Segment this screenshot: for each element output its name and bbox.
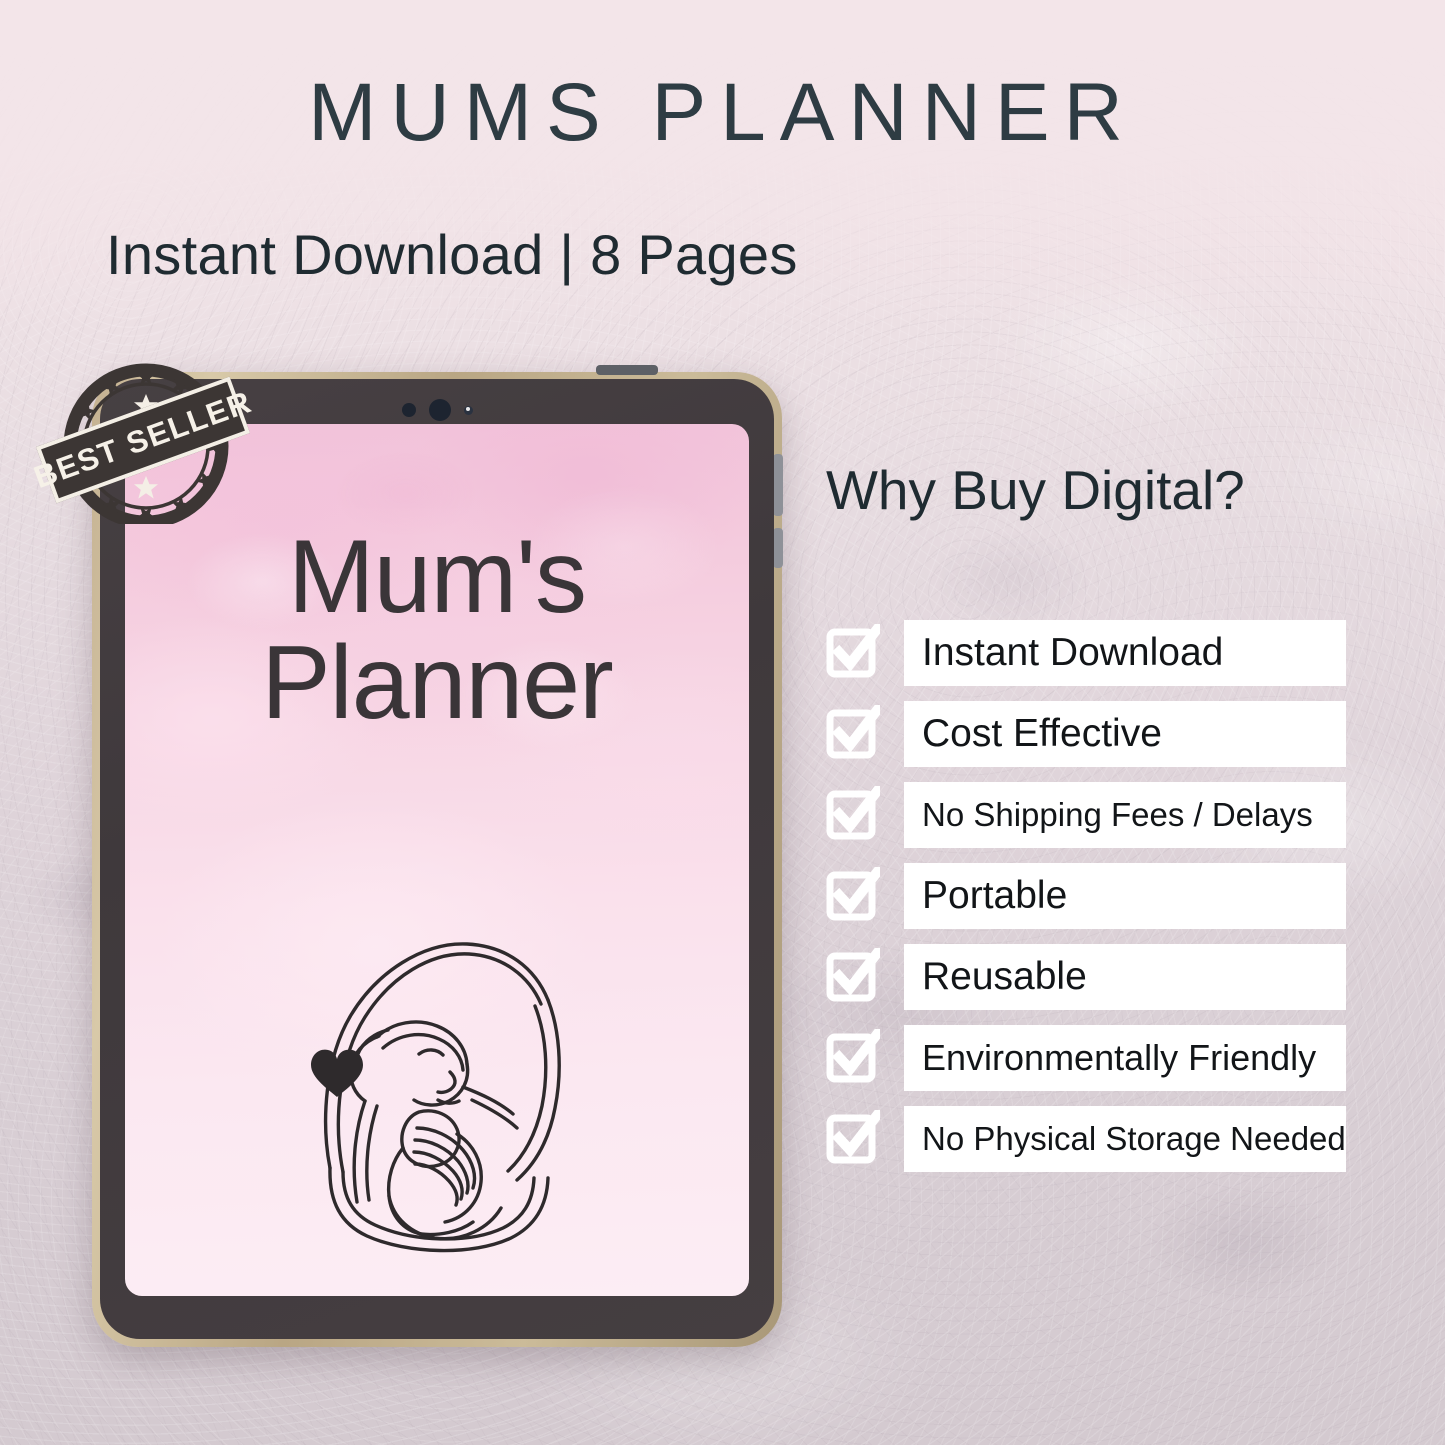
- benefit-label: Reusable: [922, 955, 1087, 998]
- benefit-label: Portable: [922, 874, 1068, 917]
- camera-flash-icon: [463, 405, 473, 415]
- page-subtitle: Instant Download | 8 Pages: [106, 223, 798, 286]
- camera-lens-icon: [428, 399, 451, 421]
- benefit-label: Instant Download: [922, 631, 1224, 674]
- checked-checkbox-icon[interactable]: [826, 782, 886, 840]
- camera-sensor-icon: [401, 403, 416, 417]
- cover-title-line-1: Mum's: [288, 519, 587, 635]
- benefit-label-bar: No Physical Storage Needed: [904, 1106, 1346, 1172]
- volume-down-button[interactable]: [773, 528, 783, 568]
- cover-title: Mum's Planner: [125, 524, 749, 736]
- benefits-checklist: Instant Download Cost Effective No Shipp…: [826, 620, 1346, 1187]
- product-listing-image: MUMS PLANNER Instant Download | 8 Pages …: [0, 0, 1445, 1445]
- checked-checkbox-icon[interactable]: [826, 944, 886, 1002]
- best-seller-badge: BEST SELLER: [29, 358, 256, 529]
- list-item: Instant Download: [826, 620, 1346, 700]
- benefit-label-bar: Cost Effective: [904, 701, 1346, 767]
- benefit-label: No Physical Storage Needed: [922, 1120, 1346, 1157]
- power-button[interactable]: [596, 365, 658, 375]
- list-item: No Shipping Fees / Delays: [826, 782, 1346, 862]
- checked-checkbox-icon[interactable]: [826, 701, 886, 759]
- benefit-label: No Shipping Fees / Delays: [922, 796, 1313, 833]
- list-item: No Physical Storage Needed: [826, 1106, 1346, 1186]
- benefit-label-bar: No Shipping Fees / Delays: [904, 782, 1346, 848]
- list-item: Environmentally Friendly: [826, 1025, 1346, 1105]
- list-item: Cost Effective: [826, 701, 1346, 781]
- benefit-label: Environmentally Friendly: [922, 1037, 1317, 1078]
- checked-checkbox-icon[interactable]: [826, 863, 886, 921]
- list-item: Reusable: [826, 944, 1346, 1024]
- benefit-label-bar: Portable: [904, 863, 1346, 929]
- volume-up-button[interactable]: [773, 454, 783, 516]
- benefit-label-bar: Reusable: [904, 944, 1346, 1010]
- checked-checkbox-icon[interactable]: [826, 620, 886, 678]
- benefits-heading: Why Buy Digital?: [826, 459, 1245, 521]
- list-item: Portable: [826, 863, 1346, 943]
- mother-and-baby-line-art-icon: [267, 872, 607, 1272]
- cover-title-line-2: Planner: [261, 625, 613, 742]
- benefit-label: Cost Effective: [922, 712, 1162, 755]
- tablet-screen: Mum's Planner: [125, 424, 749, 1296]
- page-title: MUMS PLANNER: [308, 67, 1137, 158]
- checked-checkbox-icon[interactable]: [826, 1025, 886, 1083]
- benefit-label-bar: Instant Download: [904, 620, 1346, 686]
- checked-checkbox-icon[interactable]: [826, 1106, 886, 1164]
- benefit-label-bar: Environmentally Friendly: [904, 1025, 1346, 1091]
